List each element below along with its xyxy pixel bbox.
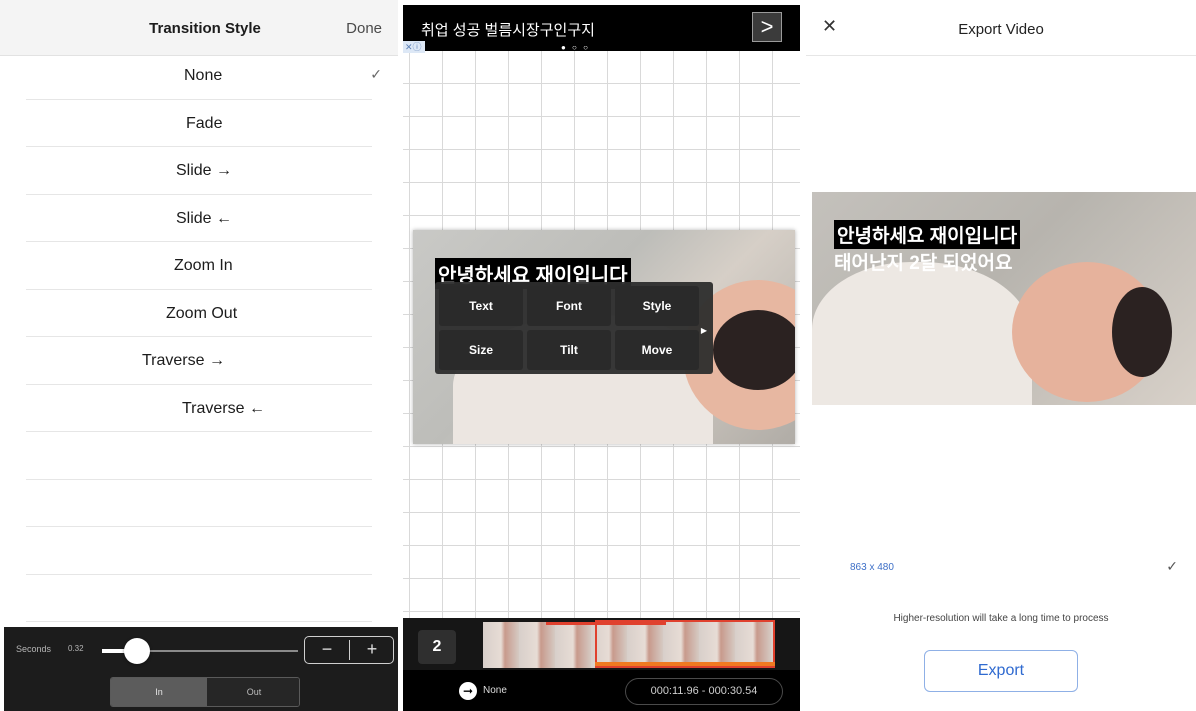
in-out-segmented-control: In Out [110, 677, 300, 707]
transition-list: None ✓ Fade Slide → Slide ← Zoom In Zoom… [0, 52, 398, 622]
font-button[interactable]: Font [527, 286, 611, 326]
transition-icon[interactable]: ➞ [459, 682, 477, 700]
transition-style-panel: Transition Style Done None ✓ Fade Slide … [0, 0, 398, 711]
transition-option-traverse-left[interactable]: Traverse ← [26, 385, 372, 432]
transition-option-label: Traverse → [142, 352, 225, 369]
preview-body [812, 262, 1032, 405]
time-range[interactable]: 000:11.96 - 000:30.54 [625, 678, 783, 705]
style-button[interactable]: Style [615, 286, 699, 326]
size-button[interactable]: Size [439, 330, 523, 370]
transition-option-label: None [184, 67, 223, 84]
transition-header: Transition Style Done [0, 0, 398, 56]
video-frame-hair [713, 310, 795, 390]
checkmark-icon: ✓ [370, 66, 382, 82]
seconds-label: Seconds [16, 644, 52, 654]
transition-option-none[interactable]: None ✓ [26, 52, 382, 100]
duration-slider-knob[interactable] [124, 638, 150, 664]
export-video-panel: ✕ Export Video 안녕하세요 재이입니다 태어난지 2달 되었어요 … [806, 0, 1196, 711]
clip-number[interactable]: 2 [418, 630, 456, 664]
preview-caption-line2: 태어난지 2달 되었어요 [834, 253, 1013, 274]
video-preview[interactable]: 안녕하세요 재이입니다 Text Font Style Size Tilt Mo… [413, 230, 795, 444]
ad-text: 취업 성공 벌름시장구인구지 [421, 22, 595, 39]
transition-option-label: Zoom In [174, 257, 233, 274]
transition-option-label: Slide ← [176, 209, 233, 227]
segment-out[interactable]: Out [207, 678, 299, 706]
clip-selection-frame[interactable] [595, 620, 775, 668]
chevron-right-icon[interactable]: > [752, 12, 782, 42]
transition-option-zoom-out[interactable]: Zoom Out [26, 290, 372, 337]
duration-stepper: − + [304, 636, 394, 664]
text-edit-menu: Text Font Style Size Tilt Move ▶ [435, 282, 713, 374]
export-preview: 안녕하세요 재이입니다 태어난지 2달 되었어요 [812, 192, 1196, 405]
seconds-value: 0.32 [68, 644, 84, 653]
export-header: ✕ Export Video [806, 0, 1196, 56]
resolution-option[interactable]: 863 x 480 [850, 562, 894, 573]
tilt-button[interactable]: Tilt [527, 330, 611, 370]
ad-close-icon[interactable]: ✕ⓘ [403, 41, 425, 53]
transition-option-label: Fade [186, 114, 223, 132]
decrement-button[interactable]: − [305, 639, 349, 660]
transition-option-traverse-right[interactable]: Traverse → [26, 337, 372, 385]
timeline-progress-orange [595, 662, 775, 666]
preview-caption-line1: 안녕하세요 재이입니다 [834, 220, 1021, 249]
transition-option-label: Slide → [176, 162, 233, 179]
preview-hair [1112, 287, 1172, 377]
transition-option-label: Zoom Out [166, 304, 238, 322]
transition-option-zoom-in[interactable]: Zoom In [26, 242, 372, 290]
transition-option-slide-left[interactable]: Slide ← [26, 195, 372, 242]
increment-button[interactable]: + [350, 639, 394, 660]
resolution-note: Higher-resolution will take a long time … [893, 613, 1109, 624]
segment-in[interactable]: In [111, 678, 207, 706]
export-title: Export Video [958, 21, 1044, 38]
transition-option-fade[interactable]: Fade [26, 100, 372, 147]
text-button[interactable]: Text [439, 286, 523, 326]
empty-row [26, 575, 372, 622]
duration-controls: Seconds 0.32 − + In Out [4, 627, 398, 711]
move-button[interactable]: Move [615, 330, 699, 370]
checkmark-icon: ✓ [1166, 558, 1178, 574]
empty-row [26, 432, 372, 480]
transition-label[interactable]: None [483, 685, 507, 696]
empty-row [26, 480, 372, 527]
page-dots: ● ○ ○ [561, 43, 590, 52]
empty-row [26, 527, 372, 575]
editor-bottom-bar: ➞ None 000:11.96 - 000:30.54 [403, 670, 800, 711]
timeline: 2 [403, 618, 800, 670]
ad-banner[interactable]: 취업 성공 벌름시장구인구지 > ● ○ ○ [403, 5, 800, 52]
transition-option-label: Traverse ← [182, 399, 265, 417]
editor-panel: 취업 성공 벌름시장구인구지 > ● ○ ○ ✕ⓘ 안녕하세요 재이입니다 Te… [403, 0, 800, 711]
done-button[interactable]: Done [346, 20, 382, 37]
menu-more-arrow-icon[interactable]: ▶ [701, 326, 707, 335]
transition-option-slide-right[interactable]: Slide → [26, 147, 372, 195]
export-button[interactable]: Export [924, 650, 1078, 692]
